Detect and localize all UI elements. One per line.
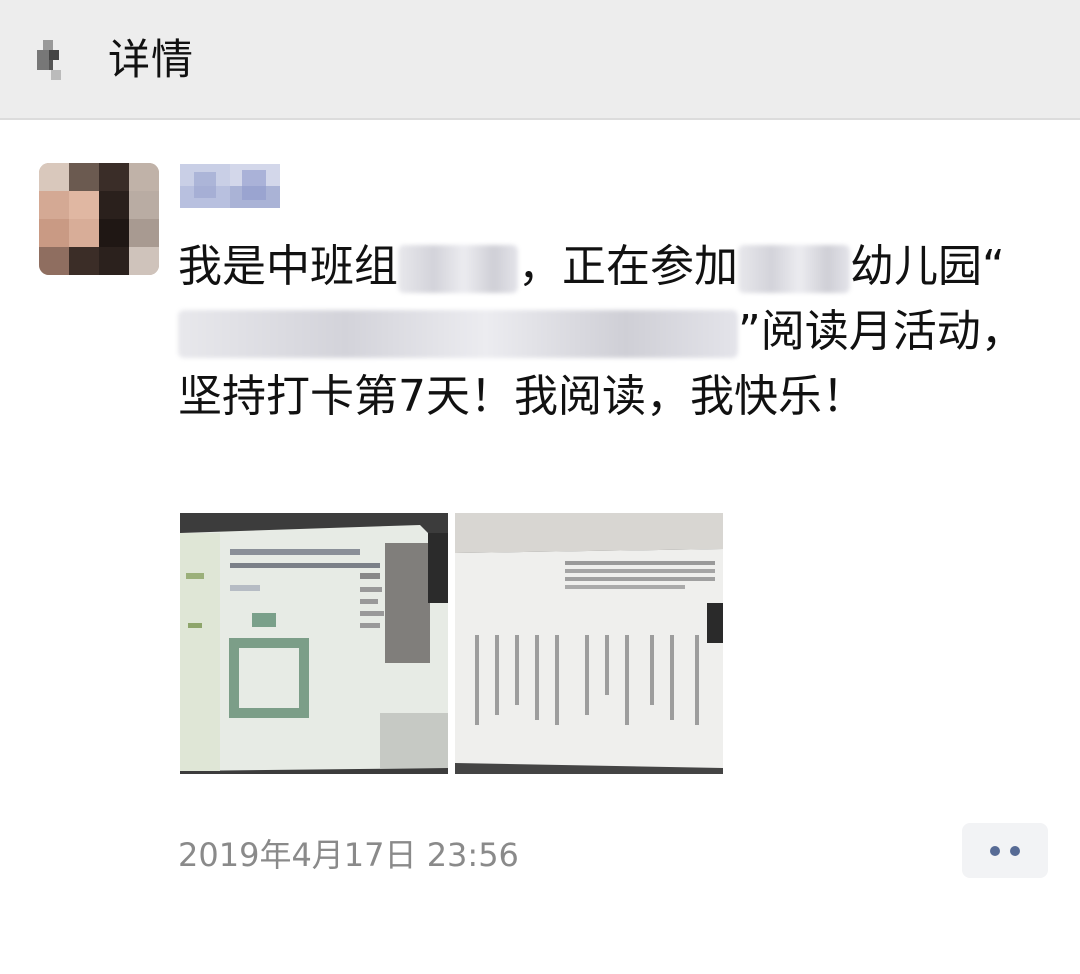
post-photo-1[interactable] xyxy=(180,513,448,774)
more-actions-button[interactable] xyxy=(962,823,1048,878)
redacted-kindergarten xyxy=(738,245,850,293)
avatar[interactable] xyxy=(39,163,159,275)
post-text-part-3: 幼儿园“ xyxy=(850,241,1005,292)
post-text-part-2: ，正在参加 xyxy=(518,241,738,292)
post-photo-2[interactable] xyxy=(455,513,723,774)
page-title: 详情 xyxy=(108,35,195,84)
navigation-bar: 详情 xyxy=(0,0,1080,120)
nickname[interactable] xyxy=(180,160,280,210)
post-text: 我是中班组 ，正在参加 幼儿园“”阅读月活动，坚持打卡第7天！我阅读，我快乐！ xyxy=(178,234,1038,429)
back-button[interactable] xyxy=(30,30,80,90)
post-text-part-1: 我是中班组 xyxy=(178,241,398,292)
post-timestamp: 2019年4月17日 23:56 xyxy=(178,836,519,874)
redacted-activity-slogan xyxy=(178,310,738,358)
more-dots-icon xyxy=(990,845,1020,856)
redacted-name xyxy=(398,245,518,293)
chevron-left-icon xyxy=(37,40,61,80)
